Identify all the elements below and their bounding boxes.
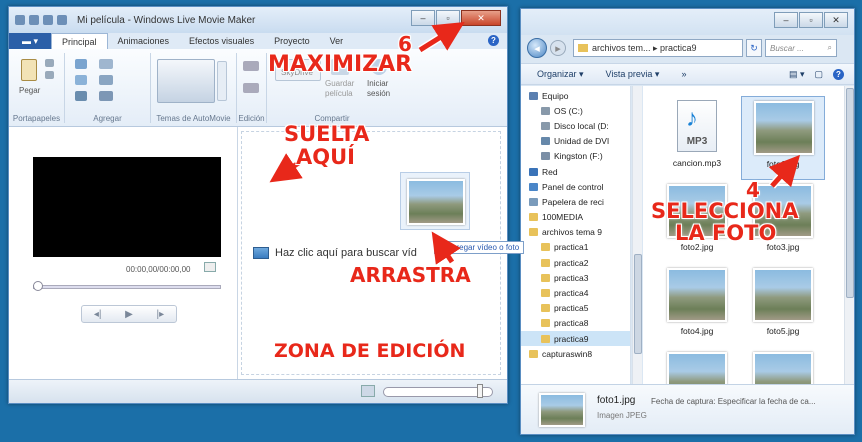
annotation-step-4: 4	[746, 178, 760, 202]
annotation-step-6: 6	[398, 32, 412, 56]
annotation-select-2: LA FOTO	[675, 221, 777, 245]
annotation-drop-1: SUELTA	[284, 122, 370, 146]
arrow-to-photo	[768, 154, 801, 188]
annotation-select-1: SELECCIONA	[651, 199, 799, 223]
annotation-drop-2: AQUÍ	[296, 145, 355, 169]
arrow-to-maximize	[418, 22, 465, 53]
annotation-drag: ARRASTRA	[350, 263, 471, 287]
annotation-maximize: MAXIMIZAR	[268, 52, 413, 77]
annotation-edit-zone: ZONA DE EDICIÓN	[274, 340, 466, 362]
